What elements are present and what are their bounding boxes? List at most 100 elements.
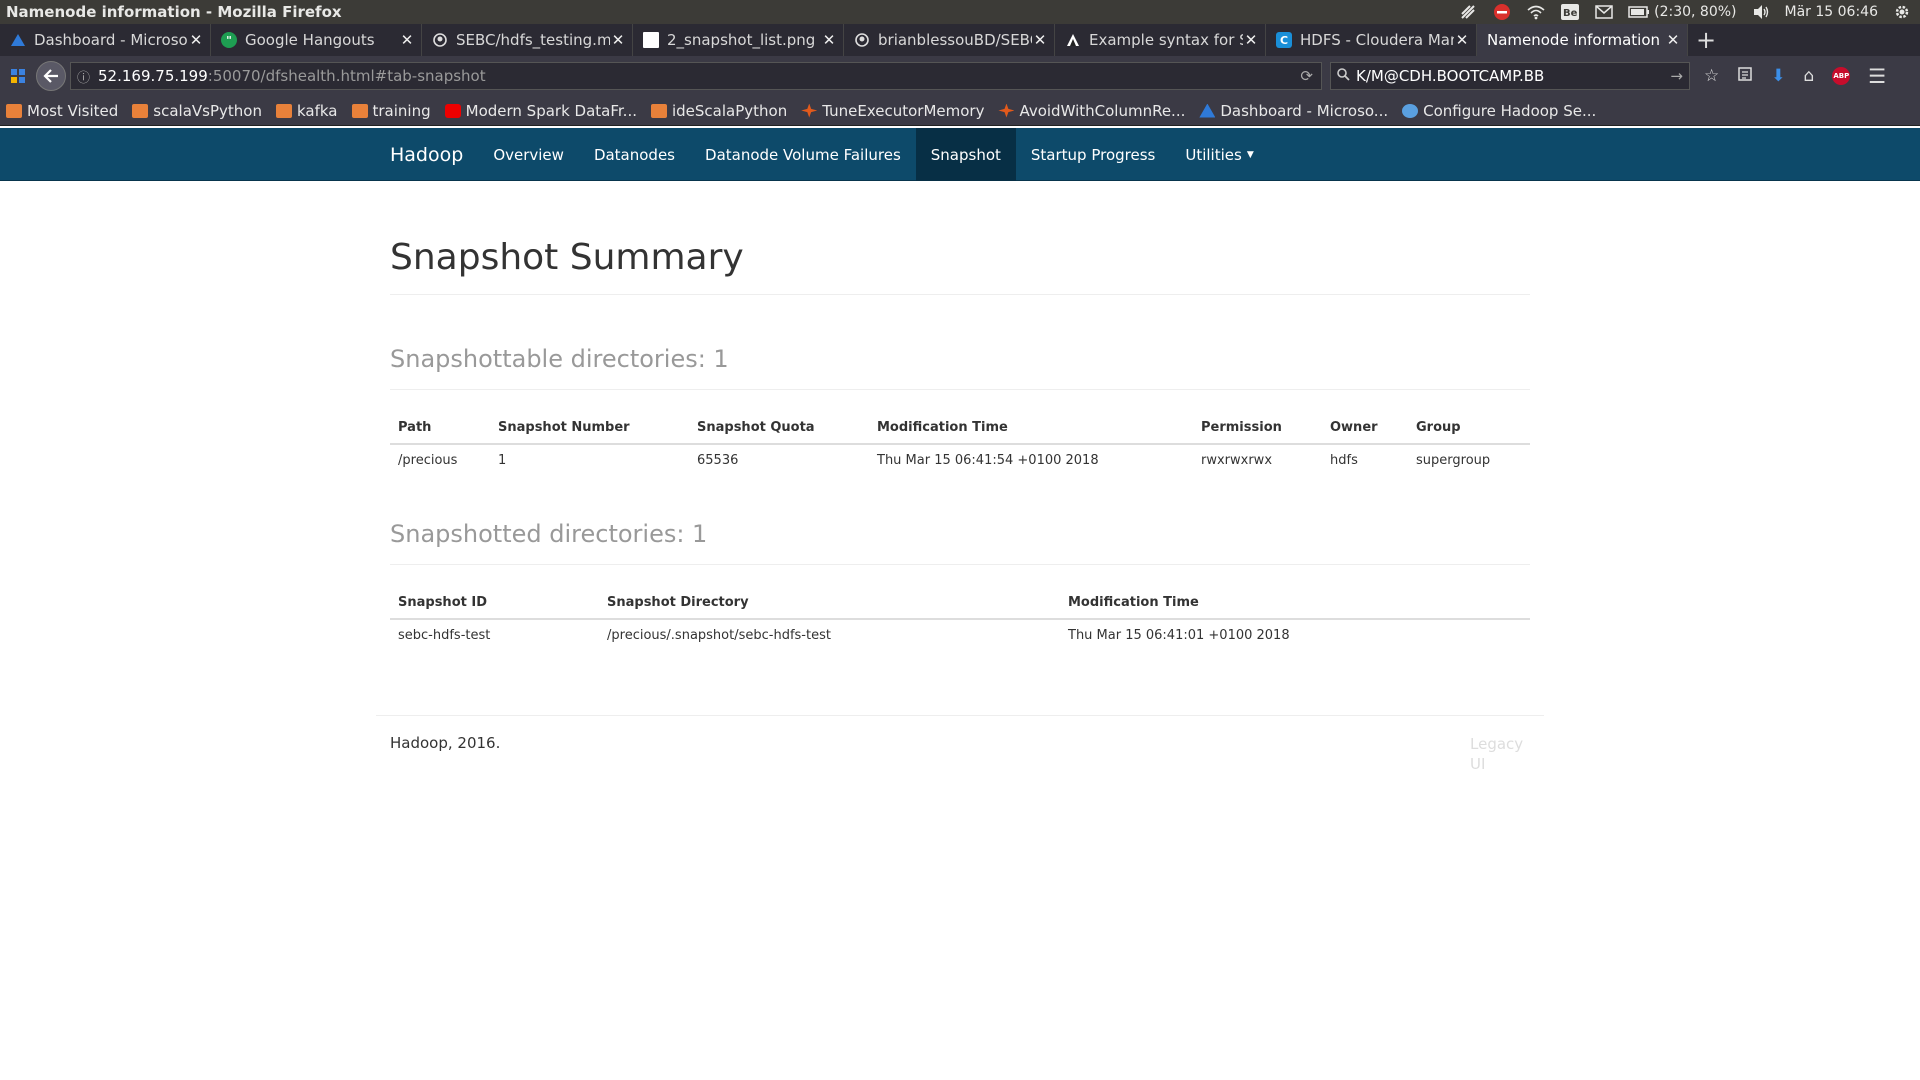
tab-hdfs-cloudera[interactable]: C HDFS - Cloudera Mana ✕ [1266,24,1477,56]
close-icon[interactable]: ✕ [1665,31,1681,49]
table-cell: supergroup [1416,453,1491,468]
bookmark-scalavspython[interactable]: scalaVsPython [132,102,262,120]
close-icon[interactable]: ✕ [1032,31,1048,49]
url-host: 52.169.75.199 [98,67,208,85]
hadoop-navbar: Hadoop Overview Datanodes Datanode Volum… [0,128,1920,181]
search-input[interactable]: K/M@CDH.BOOTCAMP.BB → [1330,62,1690,90]
bookmark-configure-hadoop[interactable]: Configure Hadoop Se... [1402,102,1596,120]
nav-overview[interactable]: Overview [478,128,579,181]
bookmarks-toolbar: Most Visited scalaVsPython kafka trainin… [0,96,1920,126]
image-icon [643,32,659,48]
apps-grid-icon[interactable] [0,69,36,83]
network-arrows-icon[interactable] [1458,2,1478,22]
close-icon[interactable]: ✕ [399,31,415,49]
volume-icon[interactable] [1751,2,1771,22]
triangle-icon [1065,32,1081,48]
table-cell: hdfs [1330,453,1358,468]
bookmark-dashboard-microsoft[interactable]: Dashboard - Microso... [1199,102,1388,120]
cloudera-icon: C [1276,32,1292,48]
info-icon[interactable]: ⓘ [77,67,90,86]
search-go-icon[interactable]: → [1670,67,1683,85]
column-header: Modification Time [869,412,1193,445]
home-icon[interactable]: ⌂ [1804,66,1815,86]
table-cell: 65536 [697,453,739,468]
bookmark-label: ideScalaPython [671,101,788,120]
reading-list-icon[interactable] [1737,66,1753,87]
bookmark-label: Dashboard - Microso... [1220,101,1389,120]
close-icon[interactable]: ✕ [188,31,204,49]
folder-icon [351,103,368,118]
battery-status[interactable]: (2:30, 80%) [1628,4,1737,20]
bookmark-label: training [372,101,431,120]
column-header: Path [390,412,490,445]
column-header: Modification Time [1060,587,1530,620]
tab-dashboard-microsoft[interactable]: Dashboard - Microsoft ✕ [0,24,211,56]
snapshotted-directories-heading: Snapshotted directories: 1 [390,520,1530,565]
new-tab-button[interactable]: + [1688,24,1724,56]
tab-brianblessoubd-sebc[interactable]: brianblessouBD/SEBC ✕ [844,24,1055,56]
hangouts-icon: " [221,32,237,48]
column-header: Snapshot ID [390,587,599,620]
tab-snapshot-list-png[interactable]: 2_snapshot_list.png (P ✕ [633,24,844,56]
behance-icon[interactable]: Be [1560,2,1580,22]
adblock-icon[interactable]: ABP [1832,67,1851,85]
nav-utilities-dropdown[interactable]: Utilities ▼ [1170,128,1268,181]
tab-example-syntax[interactable]: Example syntax for Se ✕ [1055,24,1266,56]
table-cell: sebc-hdfs-test [398,628,491,643]
bookmark-most-visited[interactable]: Most Visited [6,102,118,120]
folder-icon [132,103,149,118]
nav-datanode-volume-failures[interactable]: Datanode Volume Failures [690,128,916,181]
search-icon [1337,67,1350,85]
legacy-ui-link[interactable]: Legacy UI [1470,734,1530,774]
bookmark-label: AvoidWithColumnRe... [1019,101,1186,120]
youtube-icon [444,103,461,118]
wifi-icon[interactable] [1526,2,1546,22]
tab-label: SEBC/hdfs_testing.md [456,31,610,49]
footer-copyright: Hadoop, 2016. [390,734,501,752]
clock[interactable]: Mär 15 06:46 [1785,4,1878,20]
reload-icon[interactable]: ⟳ [1300,67,1313,85]
back-button[interactable] [36,61,66,91]
tab-namenode-information[interactable]: Namenode information ✕ [1477,24,1688,56]
table-cell: rwxrwxrwx [1201,453,1273,468]
mail-icon[interactable] [1594,2,1614,22]
close-icon[interactable]: ✕ [821,31,837,49]
nav-startup-progress[interactable]: Startup Progress [1016,128,1170,181]
bookmark-modern-spark[interactable]: Modern Spark DataFr... [444,102,637,120]
column-header: Snapshot Directory [599,587,1060,620]
tab-label: 2_snapshot_list.png (P [667,31,821,49]
folder-icon [275,103,292,118]
navigation-toolbar: ⓘ 52.169.75.199:50070/dfshealth.html#tab… [0,56,1920,96]
github-icon [432,32,448,48]
url-bar[interactable]: ⓘ 52.169.75.199:50070/dfshealth.html#tab… [70,62,1322,90]
close-icon[interactable]: ✕ [1243,31,1259,49]
bookmark-star-icon[interactable]: ☆ [1704,66,1719,86]
github-icon [854,32,870,48]
tab-google-hangouts[interactable]: " Google Hangouts ✕ [211,24,422,56]
gear-icon[interactable] [1892,2,1912,22]
bookmark-kafka[interactable]: kafka [275,102,338,120]
spark-icon [801,103,818,118]
globe-icon [1402,103,1419,118]
column-header: Permission [1193,412,1322,445]
tab-sebc-hdfs-testing[interactable]: SEBC/hdfs_testing.md ✕ [422,24,633,56]
downloads-icon[interactable]: ⬇ [1771,66,1785,86]
nav-datanodes[interactable]: Datanodes [579,128,690,181]
bookmark-tuneexecutormemory[interactable]: TuneExecutorMemory [801,102,984,120]
bookmark-avoidwithcolumn[interactable]: AvoidWithColumnRe... [998,102,1185,120]
table-cell: Thu Mar 15 06:41:54 +0100 2018 [877,453,1099,468]
nav-snapshot[interactable]: Snapshot [915,128,1016,181]
url-path: :50070/dfshealth.html#tab-snapshot [207,67,486,85]
close-icon[interactable]: ✕ [610,31,626,49]
close-icon[interactable]: ✕ [1454,31,1470,49]
do-not-disturb-icon[interactable] [1492,2,1512,22]
bookmark-idescalapython[interactable]: ideScalaPython [650,101,788,120]
menu-icon[interactable]: ☰ [1868,64,1886,88]
table-header-row: Path Snapshot Number Snapshot Quota Modi… [390,412,1530,445]
snapshottable-directories-table: Path Snapshot Number Snapshot Quota Modi… [390,412,1530,476]
bookmark-label: Most Visited [27,101,119,120]
tab-label: Dashboard - Microsoft [34,31,188,49]
bookmark-training[interactable]: training [351,101,431,120]
hadoop-brand-link[interactable]: Hadoop [380,128,478,181]
back-arrow-icon [43,69,58,83]
